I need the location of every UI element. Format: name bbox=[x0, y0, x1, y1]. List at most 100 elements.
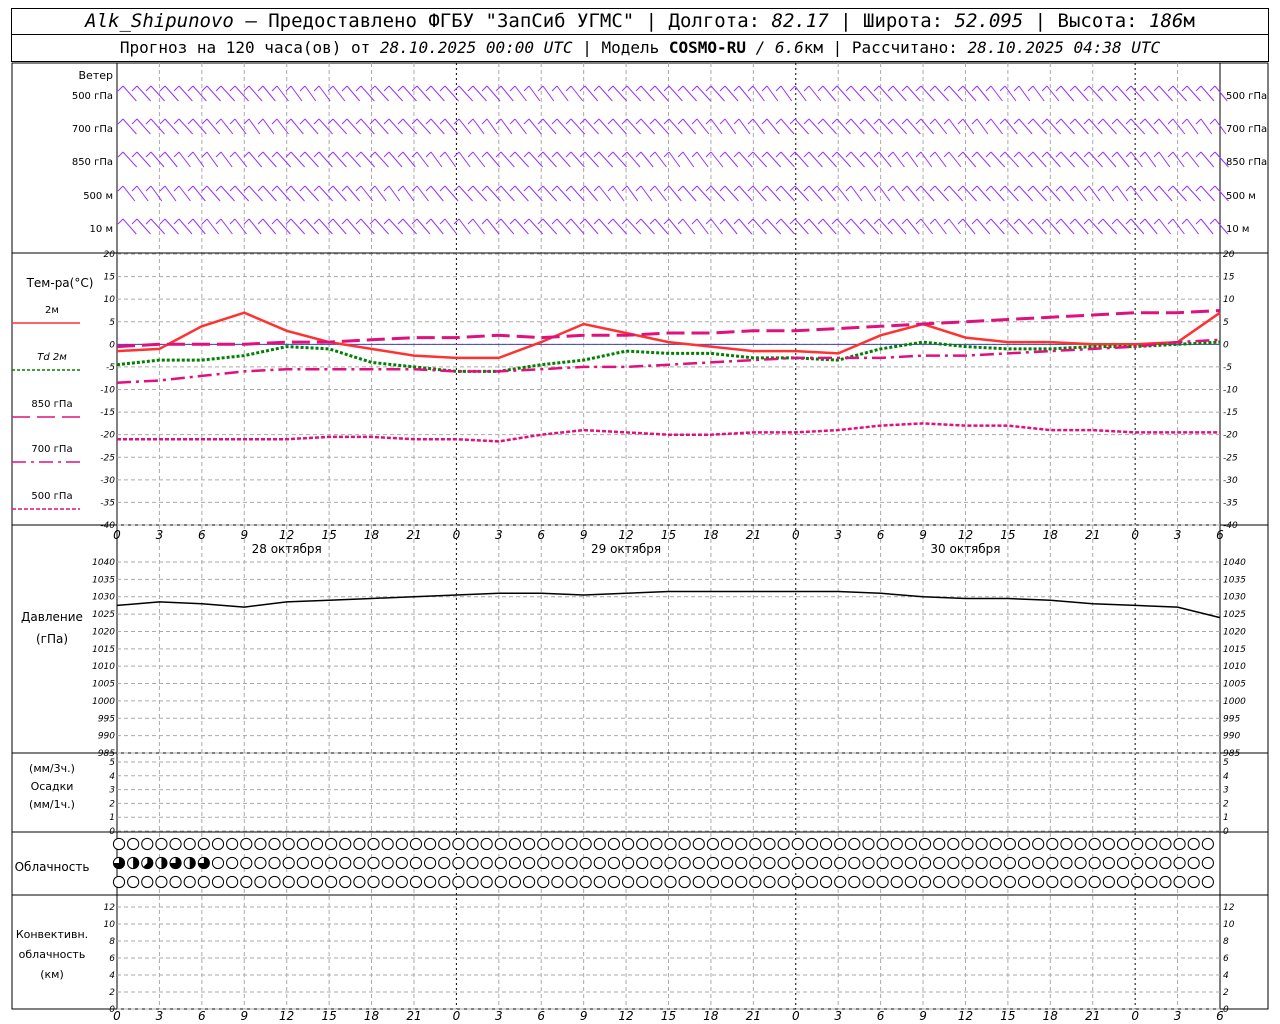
wind-barb bbox=[738, 218, 753, 235]
wind-barb-flag bbox=[1125, 218, 1132, 225]
cloud-cover-symbol bbox=[381, 875, 394, 889]
wind-barb-flag bbox=[327, 185, 334, 192]
wind-barb-flag bbox=[145, 218, 152, 225]
wind-barb-flag bbox=[1111, 85, 1118, 92]
cloud-cover-symbol bbox=[395, 856, 408, 870]
hour-tick-label: 15 bbox=[1000, 528, 1015, 542]
wind-barb-flag bbox=[1153, 185, 1160, 192]
wind-barb-flag bbox=[1209, 185, 1216, 192]
convective-tick-right: 8 bbox=[1223, 937, 1229, 947]
wind-barb-flag bbox=[761, 118, 768, 125]
pressure-tick-right: 1000 bbox=[1223, 697, 1246, 707]
cloud-cover-symbol bbox=[918, 837, 932, 851]
wind-barb bbox=[472, 118, 485, 135]
wind-barb-flag bbox=[215, 118, 222, 125]
convective-tick-right: 2 bbox=[1223, 988, 1229, 998]
precip-tick-right: 5 bbox=[1223, 758, 1229, 768]
pressure-tick-left: 1035 bbox=[92, 575, 115, 585]
wind-barb-flag bbox=[411, 118, 418, 125]
wind-barb bbox=[1130, 151, 1143, 168]
wind-barb-flag bbox=[411, 218, 418, 225]
hour-tick-label: 0 bbox=[113, 528, 121, 542]
wind-barb-flag bbox=[985, 151, 992, 158]
wind-barb bbox=[262, 85, 276, 102]
wind-barb-flag bbox=[481, 85, 488, 92]
wind-barb-flag bbox=[873, 151, 880, 158]
wind-barb-flag bbox=[1097, 118, 1104, 125]
wind-barb-flag bbox=[565, 218, 572, 225]
wind-barb-flag bbox=[705, 85, 712, 92]
cloud-cover-symbol bbox=[353, 856, 366, 870]
wind-barb-flag bbox=[1041, 85, 1048, 92]
wind-barb-flag bbox=[425, 118, 432, 125]
wind-barb bbox=[234, 218, 247, 235]
wind-barb-flag bbox=[915, 151, 922, 158]
wind-barb-flag bbox=[971, 118, 978, 125]
wind-barb bbox=[402, 151, 416, 168]
wind-barb-flag bbox=[1041, 118, 1048, 125]
wind-barb-flag bbox=[397, 118, 404, 125]
temp-tick-right: -35 bbox=[1223, 498, 1238, 508]
wind-barb bbox=[668, 218, 682, 235]
wind-barb-flag bbox=[985, 118, 992, 125]
wind-barb bbox=[1130, 185, 1143, 202]
cloud-cover-symbol bbox=[1187, 875, 1200, 889]
cloud-cover-symbol bbox=[240, 875, 253, 889]
wind-barb-flag bbox=[439, 85, 446, 92]
wind-barb bbox=[654, 218, 669, 235]
wind-barb-flag bbox=[621, 218, 628, 225]
hour-tick-label: 6 bbox=[537, 528, 545, 542]
wind-barb bbox=[1018, 85, 1031, 102]
wind-barb-flag bbox=[1055, 85, 1062, 92]
hour-tick-label-bottom: 0 bbox=[453, 1009, 461, 1023]
temp-tick-right: 0 bbox=[1223, 340, 1229, 350]
wind-barb-flag bbox=[523, 85, 530, 92]
wind-barb-flag bbox=[355, 118, 362, 125]
cloud-cover-symbol bbox=[947, 856, 960, 870]
wind-barb-flag bbox=[229, 218, 236, 225]
cloud-cover-symbol bbox=[254, 856, 267, 870]
cloud-cover-symbol bbox=[494, 875, 507, 889]
cloud-cover-symbol bbox=[169, 875, 182, 889]
cloud-cover-symbol bbox=[565, 837, 578, 851]
cloud-cover-symbol bbox=[141, 875, 154, 889]
wind-barb bbox=[1186, 151, 1200, 168]
wind-barb-flag bbox=[117, 151, 124, 158]
wind-barb-flag bbox=[873, 118, 880, 125]
wind-barb-flag bbox=[1139, 185, 1146, 192]
wind-barb bbox=[1074, 185, 1088, 202]
wind-barb bbox=[346, 85, 361, 102]
cloud-cover-symbol bbox=[1159, 856, 1172, 870]
hour-tick-label-bottom: 21 bbox=[1085, 1009, 1100, 1023]
wind-barb-flag bbox=[971, 85, 978, 92]
hour-tick-label: 3 bbox=[834, 528, 842, 542]
cloud-cover-symbol bbox=[692, 875, 705, 889]
cloud-cover-symbol bbox=[834, 856, 847, 870]
temp-legend-label: 850 гПа bbox=[31, 399, 72, 410]
wind-level-label-left: 700 гПа bbox=[72, 124, 113, 135]
hour-tick-label: 9 bbox=[240, 528, 248, 542]
wind-barb bbox=[444, 218, 458, 235]
temp-legend-label: 2м bbox=[45, 305, 59, 316]
temp-legend-label: Td 2м bbox=[37, 352, 67, 363]
cloud-cover-symbol bbox=[735, 837, 748, 851]
pressure-tick-right: 1015 bbox=[1223, 645, 1246, 655]
cloud-cover-symbol bbox=[975, 856, 988, 870]
cloud-cover-symbol bbox=[735, 856, 748, 870]
wind-barb-flag bbox=[537, 151, 544, 158]
wind-barb-flag bbox=[719, 151, 726, 158]
wind-barb-flag bbox=[901, 218, 908, 225]
wind-barb-flag bbox=[943, 118, 950, 125]
wind-barb bbox=[136, 185, 149, 202]
pressure-tick-left: 1005 bbox=[92, 680, 115, 690]
wind-barb-flag bbox=[215, 185, 222, 192]
wind-barb-flag bbox=[145, 151, 152, 158]
wind-barb bbox=[164, 151, 178, 168]
wind-barb-flag bbox=[1027, 118, 1034, 125]
wind-barb-flag bbox=[789, 151, 796, 158]
wind-barb bbox=[556, 85, 569, 102]
wind-barb bbox=[682, 118, 697, 135]
cloud-cover-symbol bbox=[508, 837, 522, 851]
cloud-cover-symbol bbox=[1032, 856, 1045, 870]
wind-barb bbox=[500, 118, 513, 135]
